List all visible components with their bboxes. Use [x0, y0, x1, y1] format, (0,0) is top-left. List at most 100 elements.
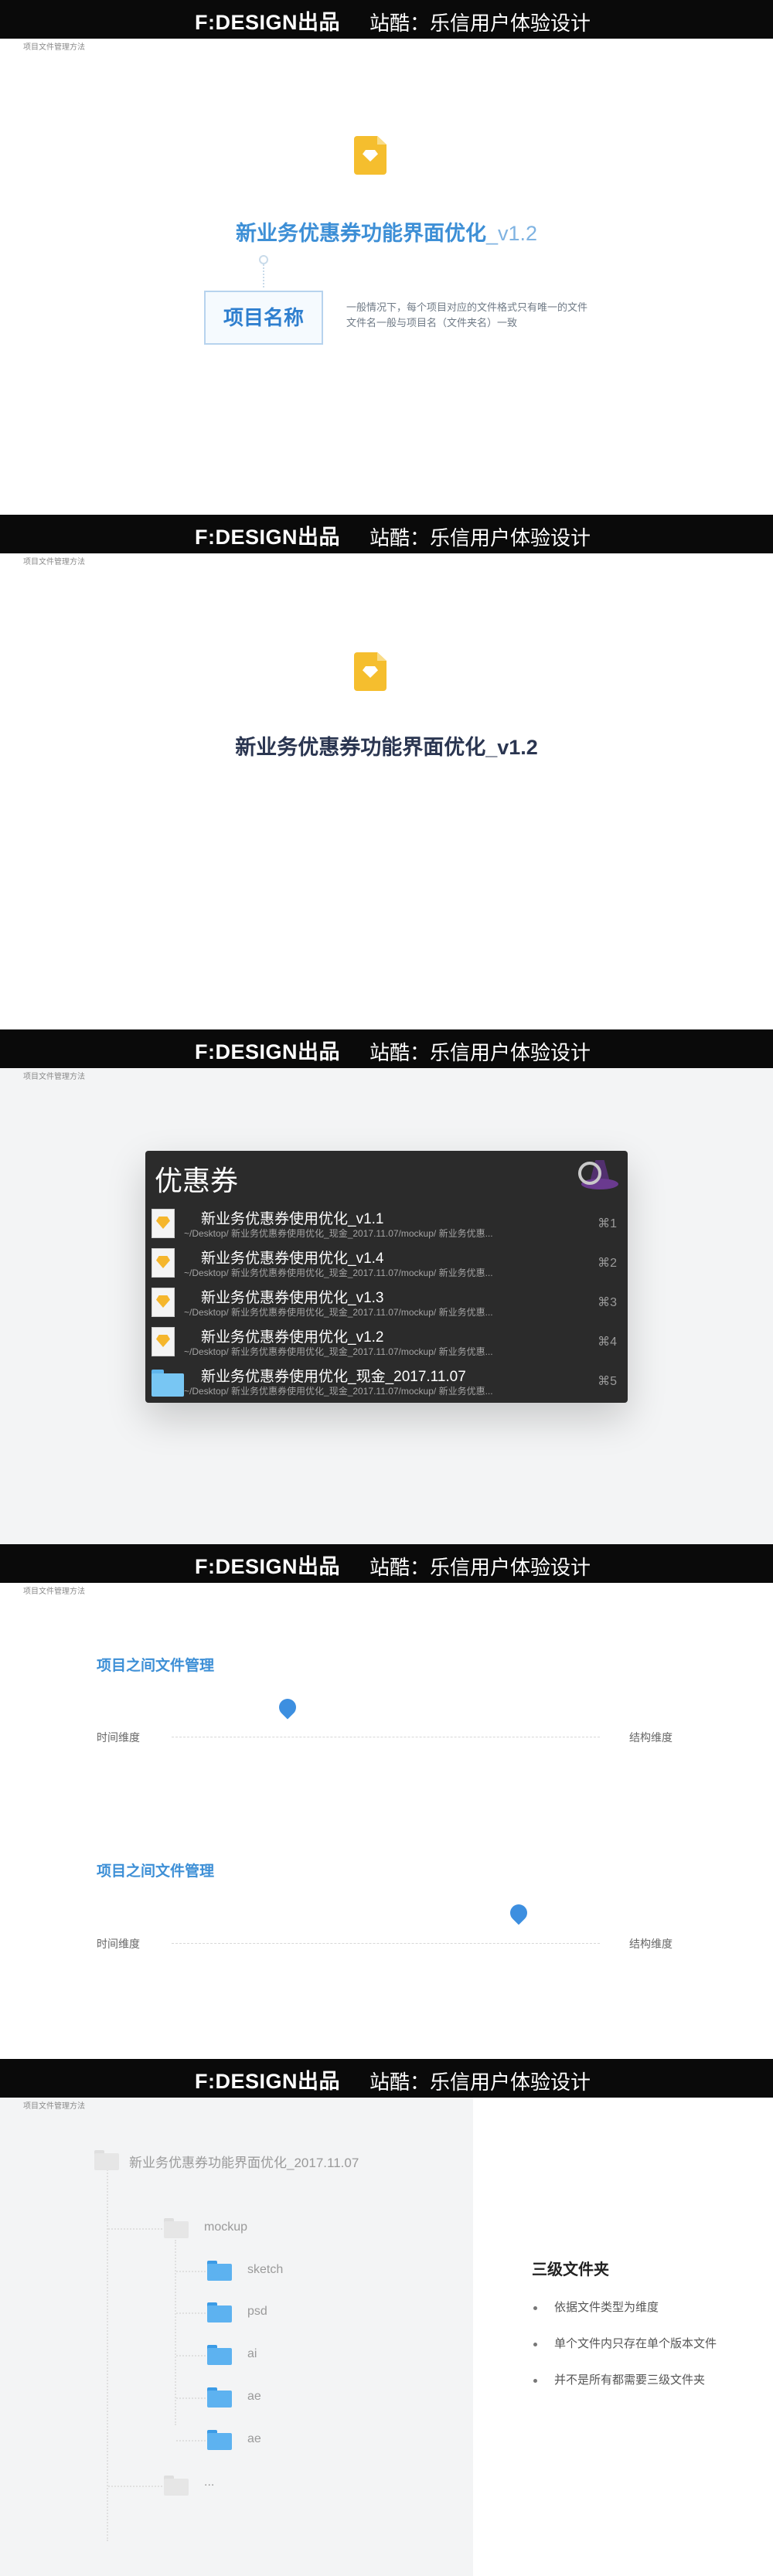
folder-icon [207, 2345, 232, 2365]
side-list-item: 并不是所有都需要三级文件夹 [533, 2371, 705, 2387]
tree-connector [176, 2397, 206, 2399]
result-row[interactable]: 新业务优惠券使用优化_v1.2 ~/Desktop/ 新业务优惠券使用优化_现金… [145, 1322, 628, 1361]
slide-folder-structure: F:DESIGN出品 站酷：乐信用户体验设计 项目文件管理方法 新业务优惠券功能… [0, 2059, 773, 2576]
header-byline: 站酷：乐信用户体验设计 [369, 12, 591, 35]
tree-connector [176, 2440, 206, 2442]
header-bar: F:DESIGN出品 站酷：乐信用户体验设计 [0, 0, 773, 39]
timeline-track [172, 1943, 600, 1944]
brand-logo: F:DESIGN出品 [195, 1555, 341, 1578]
brand-logo: F:DESIGN出品 [195, 11, 341, 34]
tree-level3-label: sketch [247, 2263, 284, 2276]
sketch-file-icon [152, 1209, 176, 1238]
brand-logo: F:DESIGN出品 [195, 526, 341, 549]
file-title: 新业务优惠券功能界面优化_v1.2 [0, 216, 773, 247]
result-shortcut: ⌘3 [598, 1296, 617, 1309]
project-name-label: 项目名称 [204, 291, 323, 345]
header-bar: F:DESIGN出品 站酷：乐信用户体验设计 [0, 515, 773, 553]
result-row[interactable]: 新业务优惠券使用优化_v1.1 ~/Desktop/ 新业务优惠券使用优化_现金… [145, 1203, 628, 1243]
side-list-item: 依据文件类型为维度 [533, 2299, 659, 2315]
slide-file-title: F:DESIGN出品 站酷：乐信用户体验设计 项目文件管理方法 新业务优惠券功能… [0, 515, 773, 1029]
folder-icon [207, 2302, 232, 2322]
search-input[interactable]: 优惠券 [155, 1159, 238, 1199]
result-title: 新业务优惠券使用优化_现金_2017.11.07 [201, 1369, 466, 1385]
folder-icon [164, 2476, 189, 2496]
result-title: 新业务优惠券使用优化_v1.3 [201, 1290, 384, 1306]
file-title-version: _v1.2 [485, 222, 538, 245]
side-list-text: 依据文件类型为维度 [554, 2301, 659, 2314]
bullet-icon [533, 2305, 537, 2310]
header-byline: 站酷：乐信用户体验设计 [369, 1556, 591, 1579]
header-byline: 站酷：乐信用户体验设计 [369, 1041, 591, 1064]
tree-connector [176, 2312, 206, 2314]
breadcrumb: 项目文件管理方法 [23, 43, 85, 52]
result-shortcut: ⌘5 [598, 1375, 617, 1388]
result-row[interactable]: 新业务优惠券使用优化_现金_2017.11.07 ~/Desktop/ 新业务优… [145, 1361, 628, 1400]
slide-timeline-dimensions: F:DESIGN出品 站酷：乐信用户体验设计 项目文件管理方法 项目之间文件管理… [0, 1544, 773, 2059]
sketch-file-icon [354, 652, 386, 691]
file-title-main: 新业务优惠券功能界面优化 [235, 222, 486, 245]
result-title: 新业务优惠券使用优化_v1.4 [201, 1251, 384, 1267]
connector-dot [259, 255, 268, 264]
side-list-text: 并不是所有都需要三级文件夹 [554, 2374, 706, 2387]
folder-icon [207, 2387, 232, 2408]
folder-icon [152, 1366, 184, 1397]
side-list-text: 单个文件内只存在单个版本文件 [554, 2337, 717, 2350]
result-row[interactable]: 新业务优惠券使用优化_v1.4 ~/Desktop/ 新业务优惠券使用优化_现金… [145, 1243, 628, 1282]
tree-more-label: ... [204, 2476, 215, 2489]
tree-root-label: 新业务优惠券功能界面优化_2017.11.07 [129, 2156, 359, 2170]
side-title: 三级文件夹 [532, 2261, 609, 2278]
side-list-item: 单个文件内只存在单个版本文件 [533, 2335, 717, 2351]
slide-alfred-search: F:DESIGN出品 站酷：乐信用户体验设计 项目文件管理方法 优惠券 新业务优… [0, 1029, 773, 1544]
timeline-title: 项目之间文件管理 [97, 1863, 215, 1880]
breadcrumb: 项目文件管理方法 [23, 2102, 85, 2111]
breadcrumb: 项目文件管理方法 [23, 558, 85, 567]
folder-icon [94, 2150, 119, 2170]
header-byline: 站酷：乐信用户体验设计 [369, 526, 591, 550]
breadcrumb: 项目文件管理方法 [23, 1587, 85, 1596]
result-path: ~/Desktop/ 新业务优惠券使用优化_现金_2017.11.07/mock… [184, 1228, 493, 1239]
alfred-hat-icon [578, 1155, 618, 1194]
bullet-icon [533, 2342, 537, 2346]
header-bar: F:DESIGN出品 站酷：乐信用户体验设计 [0, 2059, 773, 2098]
tree-connector [107, 2155, 108, 2541]
slide-project-naming: F:DESIGN出品 站酷：乐信用户体验设计 项目文件管理方法 新业务优惠券功能… [0, 0, 773, 515]
header-bar: F:DESIGN出品 站酷：乐信用户体验设计 [0, 1029, 773, 1068]
result-path: ~/Desktop/ 新业务优惠券使用优化_现金_2017.11.07/mock… [184, 1386, 493, 1397]
timeline-right-label: 结构维度 [629, 1731, 673, 1744]
breadcrumb: 项目文件管理方法 [23, 1073, 85, 1081]
file-title: 新业务优惠券功能界面优化_v1.2 [235, 736, 538, 759]
tree-level3-label: ae [247, 2390, 261, 2403]
tree-level3-label: ai [247, 2347, 257, 2360]
result-path: ~/Desktop/ 新业务优惠券使用优化_现金_2017.11.07/mock… [184, 1346, 493, 1357]
tree-level3-label: ae [247, 2432, 261, 2445]
result-shortcut: ⌘2 [598, 1257, 617, 1270]
tree-connector [176, 2355, 206, 2357]
sketch-file-icon [152, 1327, 176, 1356]
tree-connector [108, 2486, 162, 2487]
sketch-file-icon [152, 1248, 176, 1278]
tree-connector [176, 2271, 206, 2272]
map-pin-icon[interactable] [506, 1901, 531, 1928]
tree-connector [108, 2228, 162, 2230]
brand-logo: F:DESIGN出品 [195, 1040, 341, 1063]
brand-logo: F:DESIGN出品 [195, 2070, 341, 2093]
sketch-file-icon [354, 136, 386, 175]
alfred-window: 优惠券 新业务优惠券使用优化_v1.1 ~/Desktop/ 新业务优惠券使用优… [145, 1151, 628, 1403]
result-row[interactable]: 新业务优惠券使用优化_v1.3 ~/Desktop/ 新业务优惠券使用优化_现金… [145, 1282, 628, 1322]
header-bar: F:DESIGN出品 站酷：乐信用户体验设计 [0, 1544, 773, 1583]
timeline-title: 项目之间文件管理 [97, 1658, 215, 1674]
result-path: ~/Desktop/ 新业务优惠券使用优化_现金_2017.11.07/mock… [184, 1307, 493, 1318]
timeline-right-label: 结构维度 [629, 1938, 673, 1950]
naming-note: 一般情况下，每个项目对应的文件格式只有唯一的文件 文件名一般与项目名（文件夹名）… [346, 300, 640, 331]
folder-icon [207, 2430, 232, 2450]
tree-level3-label: psd [247, 2305, 267, 2318]
header-byline: 站酷：乐信用户体验设计 [369, 2071, 591, 2094]
tree-level2-label: mockup [204, 2220, 248, 2234]
result-path: ~/Desktop/ 新业务优惠券使用优化_现金_2017.11.07/mock… [184, 1268, 493, 1278]
map-pin-icon[interactable] [275, 1695, 300, 1722]
result-shortcut: ⌘1 [598, 1217, 617, 1230]
folder-icon [207, 2261, 232, 2281]
sketch-file-icon [152, 1288, 176, 1317]
naming-note-line: 文件名一般与项目名（文件夹名）一致 [346, 317, 518, 328]
timeline-left-label: 时间维度 [97, 1731, 140, 1744]
